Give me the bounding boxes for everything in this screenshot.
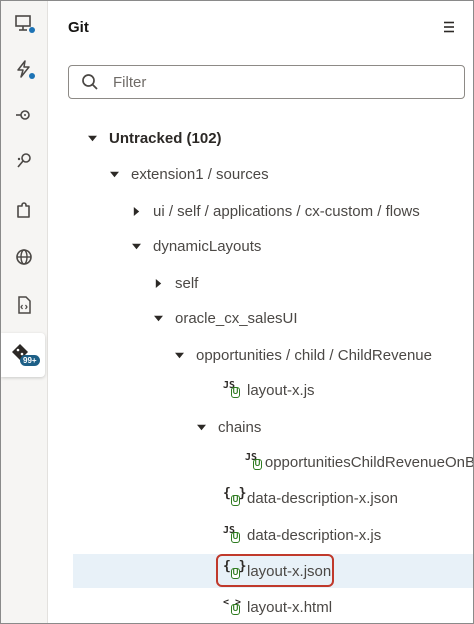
- notification-dot: [29, 73, 35, 79]
- search-icon: [82, 74, 98, 90]
- tree-file-data-description-js[interactable]: JS U data-description-x.js: [73, 518, 473, 552]
- html-file-icon: < > U: [223, 597, 242, 615]
- caret-right-icon[interactable]: [131, 206, 141, 216]
- tree-file-layout-js[interactable]: JS U layout-x.js: [73, 373, 473, 407]
- tree-node-label: Untracked (102): [109, 129, 222, 147]
- js-file-icon: JS U: [223, 525, 240, 543]
- notification-dot: [29, 27, 35, 33]
- js-file-icon: JS U: [223, 380, 240, 398]
- tree-node-label: dynamicLayouts: [153, 237, 262, 255]
- service-connections-icon[interactable]: [1, 93, 47, 137]
- caret-down-icon[interactable]: [174, 350, 184, 360]
- designer-icon[interactable]: [1, 1, 47, 45]
- git-icon[interactable]: 99+: [1, 333, 45, 377]
- panel-title: Git: [68, 19, 89, 36]
- tree-file-label: layout-x.html: [247, 598, 333, 616]
- json-file-icon: { } U: [223, 559, 247, 579]
- tree-node-dynamic-layouts[interactable]: dynamicLayouts: [73, 229, 473, 263]
- tree-node-label: oracle_cx_salesUI: [175, 309, 298, 327]
- caret-down-icon[interactable]: [131, 241, 141, 251]
- tree-file-layout-html[interactable]: < > U layout-x.html: [73, 590, 473, 623]
- source-code-icon[interactable]: [1, 283, 47, 327]
- activity-bar: 99+: [1, 1, 48, 623]
- tree-node-label: self: [175, 274, 199, 292]
- menu-icon[interactable]: [441, 19, 457, 35]
- tree-file-label: data-description-x.json: [247, 489, 398, 507]
- extensions-icon[interactable]: [1, 189, 47, 233]
- caret-down-icon[interactable]: [196, 422, 206, 432]
- tree-file-chain[interactable]: JS U opportunitiesChildRevenueOnB: [73, 445, 474, 479]
- tree-file-label: layout-x.json: [247, 562, 332, 580]
- tree-file-label: data-description-x.js: [247, 526, 382, 544]
- components-icon[interactable]: [1, 139, 47, 183]
- tree-node-oracle-cx[interactable]: oracle_cx_salesUI: [73, 301, 473, 335]
- tree-node-extension[interactable]: extension1 / sources: [73, 157, 473, 191]
- globe-icon[interactable]: [1, 235, 47, 279]
- js-file-icon: JS U: [245, 452, 262, 470]
- json-file-icon: { } U: [223, 486, 247, 506]
- events-icon[interactable]: [1, 47, 47, 91]
- tree-file-data-description-json[interactable]: { } U data-description-x.json: [73, 481, 473, 515]
- git-changes-badge: 99+: [20, 355, 40, 366]
- tree-node-untracked[interactable]: Untracked (102): [73, 121, 473, 155]
- tree-file-label: opportunitiesChildRevenueOnB: [264, 453, 474, 471]
- caret-down-icon[interactable]: [87, 133, 97, 143]
- tree-file-layout-json[interactable]: { } U layout-x.json: [73, 554, 473, 588]
- tree-node-label: extension1 / sources: [131, 165, 269, 183]
- tree-node-ui-path[interactable]: ui / self / applications / cx-custom / f…: [73, 194, 473, 228]
- tree-node-label: chains: [218, 418, 262, 436]
- tree-node-self[interactable]: self: [73, 266, 473, 300]
- caret-down-icon[interactable]: [109, 169, 119, 179]
- caret-right-icon[interactable]: [153, 278, 163, 288]
- git-panel-window: 99+ Git Untracked (102) extension1 / sou…: [0, 0, 474, 624]
- tree-node-opportunities[interactable]: opportunities / child / ChildRevenue: [73, 338, 473, 372]
- tree-node-label: opportunities / child / ChildRevenue: [196, 346, 432, 364]
- tree-node-chains[interactable]: chains: [73, 410, 473, 444]
- tree-file-label: layout-x.js: [247, 381, 315, 399]
- caret-down-icon[interactable]: [153, 313, 163, 323]
- tree-node-label: ui / self / applications / cx-custom / f…: [153, 202, 420, 220]
- filter-box: [68, 65, 465, 99]
- filter-input[interactable]: [111, 72, 445, 92]
